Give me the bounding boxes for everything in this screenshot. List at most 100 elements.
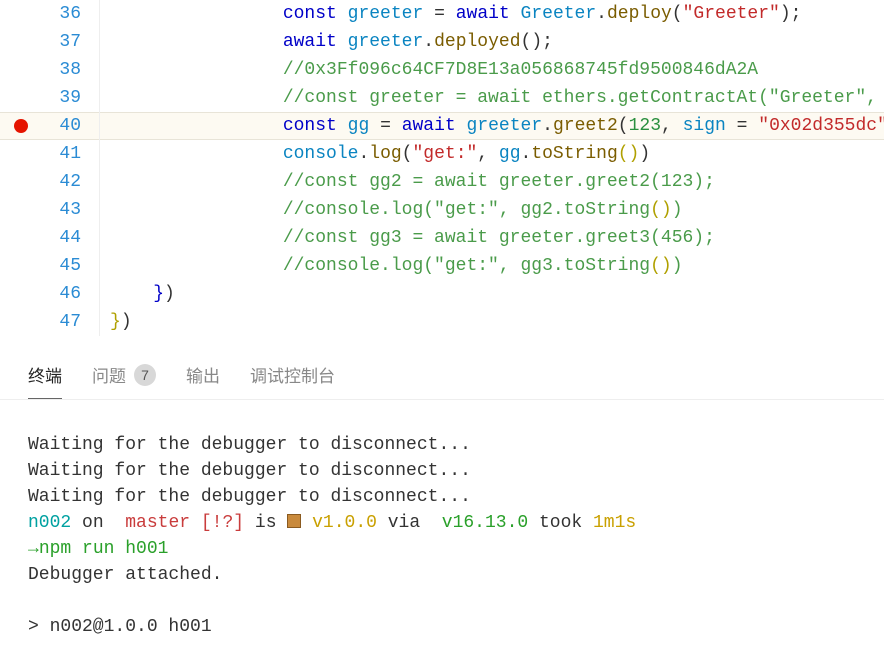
code-content[interactable]: //const greeter = await ethers.getContra… (100, 84, 884, 112)
terminal-output[interactable]: Waiting for the debugger to disconnect..… (0, 400, 884, 652)
code-token: deploy (607, 4, 672, 24)
code-line[interactable]: 40 const gg = await greeter.greet2(123, … (0, 112, 884, 140)
code-token: (); (521, 32, 553, 52)
tab-problems[interactable]: 问题 7 (92, 362, 156, 387)
code-token: . (542, 116, 553, 136)
code-line[interactable]: 36 const greeter = await Greeter.deploy(… (0, 0, 884, 28)
code-token: = (434, 4, 445, 24)
code-token: const (283, 116, 337, 136)
gutter[interactable]: 37 (0, 28, 100, 56)
code-content[interactable]: const greeter = await Greeter.deploy("Gr… (100, 0, 801, 28)
code-content[interactable]: //0x3Ff096c64CF7D8E13a056868745fd9500846… (100, 56, 758, 84)
code-token: greeter (467, 116, 543, 136)
code-line[interactable]: 41 console.log("get:", gg.toString()) (0, 140, 884, 168)
code-editor[interactable]: 36 const greeter = await Greeter.deploy(… (0, 0, 884, 336)
line-number: 38 (59, 56, 81, 84)
code-token: "get:" (412, 144, 477, 164)
terminal-line: Waiting for the debugger to disconnect..… (28, 461, 471, 481)
code-token: ) (121, 312, 132, 332)
code-token: = (737, 116, 748, 136)
code-token: . (358, 144, 369, 164)
code-token: } (153, 284, 164, 304)
tab-terminal[interactable]: 终端 (28, 362, 62, 387)
code-content[interactable]: await greeter.deployed(); (100, 28, 553, 56)
breakpoint-icon[interactable] (14, 119, 28, 133)
code-token (369, 116, 380, 136)
code-token: ) (639, 144, 650, 164)
code-token (456, 116, 467, 136)
tab-debug-console[interactable]: 调试控制台 (250, 362, 335, 387)
code-line[interactable]: 43 //console.log("get:", gg2.toString()) (0, 196, 884, 224)
code-token: gg (499, 144, 521, 164)
tab-output[interactable]: 输出 (186, 362, 220, 387)
code-line[interactable]: 45 //console.log("get:", gg3.toString()) (0, 252, 884, 280)
code-token: () (650, 256, 672, 276)
code-token: . (596, 4, 607, 24)
code-token: ( (402, 144, 413, 164)
gutter[interactable]: 41 (0, 140, 100, 168)
code-line[interactable]: 47}) (0, 308, 884, 336)
code-token: ) (164, 284, 175, 304)
problems-count-badge: 7 (134, 364, 156, 386)
code-token: , (661, 116, 683, 136)
code-token: , (477, 144, 499, 164)
gutter[interactable]: 45 (0, 252, 100, 280)
gutter[interactable]: 39 (0, 84, 100, 112)
terminal-line: > n002@1.0.0 h001 (28, 617, 212, 637)
code-content[interactable]: //console.log("get:", gg3.toString()) (100, 252, 683, 280)
terminal-line: Debugger attached. (28, 565, 222, 585)
code-token: ) (672, 256, 683, 276)
code-token (445, 4, 456, 24)
code-content[interactable]: //console.log("get:", gg2.toString()) (100, 196, 683, 224)
code-line[interactable]: 46 }) (0, 280, 884, 308)
line-number: 37 (59, 28, 81, 56)
code-line[interactable]: 39 //const greeter = await ethers.getCon… (0, 84, 884, 112)
code-token (337, 4, 348, 24)
code-content[interactable]: //const gg2 = await greeter.greet2(123); (100, 168, 715, 196)
gutter[interactable]: 40 (0, 112, 100, 140)
code-token: sign (683, 116, 726, 136)
gutter[interactable]: 47 (0, 308, 100, 336)
code-line[interactable]: 44 //const gg3 = await greeter.greet3(45… (0, 224, 884, 252)
code-token: "Greeter" (683, 4, 780, 24)
code-line[interactable]: 38 //0x3Ff096c64CF7D8E13a056868745fd9500… (0, 56, 884, 84)
code-token (423, 4, 434, 24)
code-token: greet2 (553, 116, 618, 136)
code-token: greeter (348, 4, 424, 24)
code-token: await (456, 4, 510, 24)
code-token: "0x02d355dc" (758, 116, 884, 136)
terminal-prompt: n002 on master [!?] is v1.0.0 via v16.13… (28, 513, 636, 533)
gutter[interactable]: 36 (0, 0, 100, 28)
code-content[interactable]: //const gg3 = await greeter.greet3(456); (100, 224, 715, 252)
code-token: ( (672, 4, 683, 24)
code-token: const (283, 4, 337, 24)
code-content[interactable]: }) (100, 280, 175, 308)
code-token: //console.log("get:", gg3.toString (283, 256, 650, 276)
gutter[interactable]: 44 (0, 224, 100, 252)
package-icon (287, 514, 301, 528)
gutter[interactable]: 43 (0, 196, 100, 224)
code-content[interactable]: console.log("get:", gg.toString()) (100, 140, 650, 168)
gutter[interactable]: 42 (0, 168, 100, 196)
code-token: gg (348, 116, 370, 136)
line-number: 36 (59, 0, 81, 28)
code-token: ); (780, 4, 802, 24)
code-content[interactable]: }) (100, 308, 132, 336)
panel-tabs: 终端 问题 7 输出 调试控制台 (0, 348, 884, 400)
line-number: 44 (59, 224, 81, 252)
code-token (510, 4, 521, 24)
code-token (747, 116, 758, 136)
gutter[interactable]: 46 (0, 280, 100, 308)
code-token: . (423, 32, 434, 52)
code-token: //const greeter = await ethers.getContra… (283, 88, 884, 108)
code-line[interactable]: 42 //const gg2 = await greeter.greet2(12… (0, 168, 884, 196)
terminal-blank (28, 591, 39, 611)
tab-terminal-label: 终端 (28, 362, 62, 387)
code-line[interactable]: 37 await greeter.deployed(); (0, 28, 884, 56)
code-token: await (283, 32, 337, 52)
code-token: = (380, 116, 391, 136)
code-token: . (521, 144, 532, 164)
line-number: 41 (59, 140, 81, 168)
code-content[interactable]: const gg = await greeter.greet2(123, sig… (100, 112, 884, 140)
gutter[interactable]: 38 (0, 56, 100, 84)
